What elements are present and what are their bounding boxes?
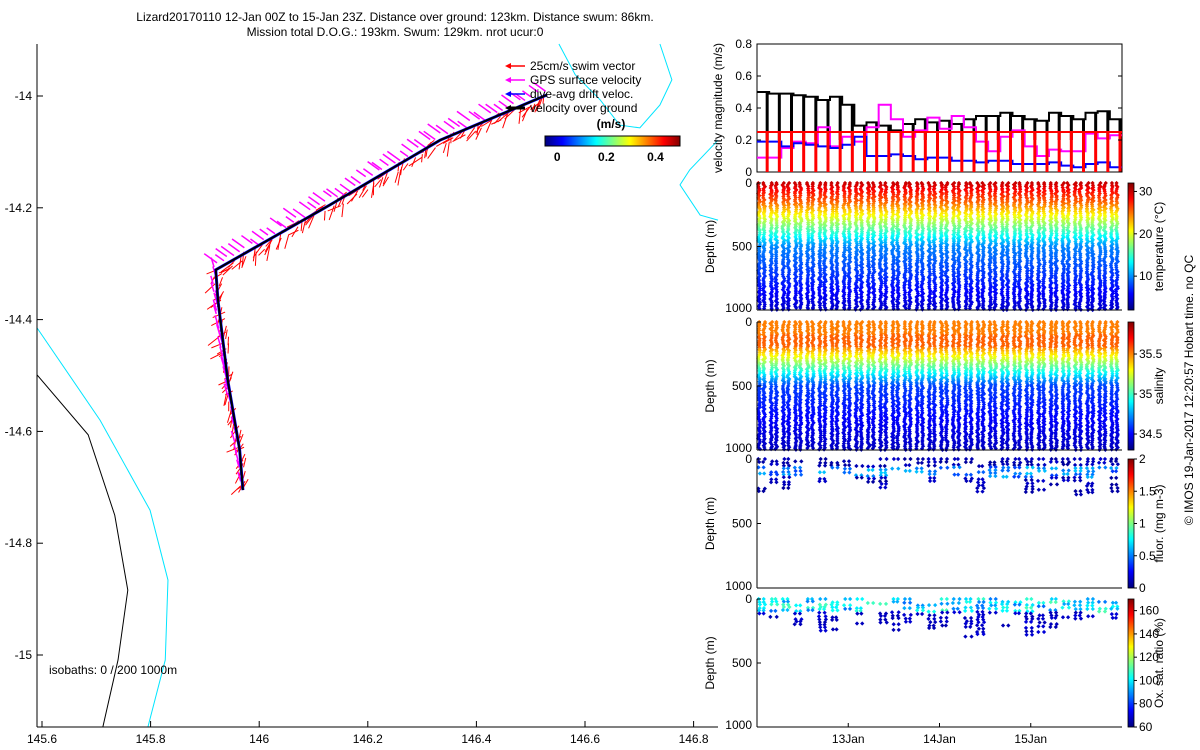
- map-panel: 145.6 145.8 146 146.2 146.4 146.6 146.8 -14 -14.…: [5, 43, 719, 746]
- y-tick-label: 0.6: [735, 69, 752, 83]
- legend-label: velocity over ground: [530, 101, 637, 115]
- swim-vector-arrow: [323, 210, 326, 221]
- colorbar-tick-label: 0.4: [647, 150, 664, 164]
- velocity-panel: 00.20.40.60.8velocity magnitude (m/s): [711, 37, 1123, 179]
- x-tick-label: 146.2: [353, 732, 383, 746]
- gps-velocity-arrow: [493, 103, 504, 112]
- gps-velocity-arrow: [427, 123, 441, 134]
- gps-velocity-arrow: [399, 150, 409, 158]
- y-tick-label: 1000: [725, 301, 752, 315]
- legend-label: 25cm/s swim vector: [530, 59, 635, 73]
- gps-velocity-arrow: [285, 216, 295, 223]
- swim-vector-arrow: [402, 163, 409, 171]
- gps-velocity-arrow: [214, 254, 225, 262]
- y-tick-label: 0.2: [735, 133, 752, 147]
- swim-vector-arrow: [475, 127, 482, 140]
- y-tick-label: 0: [745, 176, 752, 190]
- figure: Lizard20170110 12-Jan 00Z to 15-Jan 23Z.…: [0, 0, 1200, 750]
- y-axis-label: Depth (m): [703, 220, 717, 273]
- title-line-2: Mission total D.O.G.: 193km. Swum: 129km…: [247, 25, 544, 39]
- y-tick-label: -14.6: [5, 424, 33, 438]
- gps-velocity-arrow: [227, 243, 241, 253]
- gps-velocity-arrow: [307, 201, 317, 209]
- y-tick-label: -14.8: [5, 536, 33, 550]
- track-line: [214, 93, 548, 491]
- colorbar-tick-label: 20: [1139, 227, 1153, 241]
- x-tick-label: 146: [249, 732, 269, 746]
- legend-arrowhead: [505, 91, 511, 97]
- credit-text: © IMOS 19-Jan-2017 12:20:57 Hobart time.…: [1182, 255, 1196, 526]
- swim-vector-arrow: [328, 205, 335, 221]
- colorbar-label: (m/s): [597, 117, 626, 131]
- swim-vector-arrow: [491, 119, 502, 125]
- legend-arrowhead: [505, 63, 511, 69]
- gps-velocity-arrow: [339, 183, 352, 193]
- y-tick-label: 0.4: [735, 101, 752, 115]
- gps-velocity-arrow: [312, 191, 326, 202]
- colorbar-label: temperature (°C): [1152, 202, 1166, 292]
- legend-arrowhead: [505, 77, 511, 83]
- colorbar-tick-label: 30: [1139, 184, 1153, 198]
- swim-vector-arrow: [341, 203, 344, 218]
- y-tick-label: -14.2: [5, 201, 33, 215]
- gps-velocity-arrow: [326, 188, 338, 198]
- legend-label: dive-avg drift veloc.: [530, 87, 633, 101]
- colorbar-tick-label: 0: [554, 150, 561, 164]
- y-tick-label: 500: [732, 240, 752, 254]
- swim-vector-arrow: [258, 248, 266, 256]
- swim-vector-arrow: [243, 457, 247, 468]
- colorbar-tick-label: 0.2: [598, 150, 615, 164]
- figure-canvas: Lizard20170110 12-Jan 00Z to 15-Jan 23Z.…: [5, 10, 1196, 746]
- gps-velocity-arrow: [355, 169, 367, 178]
- gps-velocity-arrow: [251, 230, 265, 241]
- x-tick-label: 146.4: [461, 732, 491, 746]
- y-tick-label: -14.4: [5, 313, 33, 327]
- gps-velocity-arrow: [334, 187, 346, 197]
- gps-velocity-arrow: [401, 143, 414, 153]
- velocity-axes: [756, 43, 1123, 173]
- y-tick-label: -14: [15, 89, 33, 103]
- swim-vector-arrow: [518, 108, 522, 124]
- gps-velocity-arrow: [501, 94, 514, 105]
- gps-velocity-arrow: [478, 103, 492, 114]
- x-tick-label: 145.6: [27, 732, 57, 746]
- x-tick-label: 146.8: [679, 732, 709, 746]
- swim-vector-arrow: [427, 147, 436, 159]
- gps-velocity-arrow: [350, 175, 361, 184]
- gps-velocity-arrow: [379, 158, 389, 167]
- gps-velocity-arrow: [259, 228, 269, 236]
- gps-velocity-arrow: [362, 168, 374, 176]
- swim-vector-arrow: [421, 154, 423, 163]
- swim-vector-arrow: [446, 141, 450, 157]
- swim-vector-arrow: [225, 329, 228, 340]
- x-tick-label: 146.6: [570, 732, 600, 746]
- legend-label: GPS surface velocity: [530, 73, 641, 87]
- gps-velocity-arrow: [269, 217, 282, 227]
- swim-vector-arrow: [378, 177, 384, 188]
- y-axis-label: velocity magnitude (m/s): [711, 43, 725, 173]
- y-tick-label: -15: [15, 648, 33, 662]
- gps-velocity-arrow: [266, 227, 276, 235]
- title-line-1: Lizard20170110 12-Jan 00Z to 15-Jan 23Z.…: [136, 10, 653, 24]
- swim-vector-arrow: [442, 142, 447, 154]
- gps-velocity-arrow: [456, 110, 471, 122]
- isobath-label: isobaths: 0 / 200 1000m: [49, 663, 177, 677]
- colorbar-tick-label: 10: [1139, 269, 1153, 283]
- gps-velocity-arrow: [435, 124, 449, 135]
- profile-panels: 05001000Depth (m)102030temperature (°C)0…: [703, 176, 1166, 746]
- y-tick-label: 0.8: [735, 37, 752, 51]
- swim-vector-arrow: [227, 343, 230, 354]
- gps-velocity-arrow: [498, 100, 508, 108]
- drift-velocity-track: [214, 93, 548, 491]
- gps-velocity-arrow: [231, 238, 245, 249]
- x-tick-label: 145.8: [136, 732, 166, 746]
- swim-vector-arrow: [284, 234, 290, 249]
- swim-vector-arrow: [394, 171, 399, 183]
